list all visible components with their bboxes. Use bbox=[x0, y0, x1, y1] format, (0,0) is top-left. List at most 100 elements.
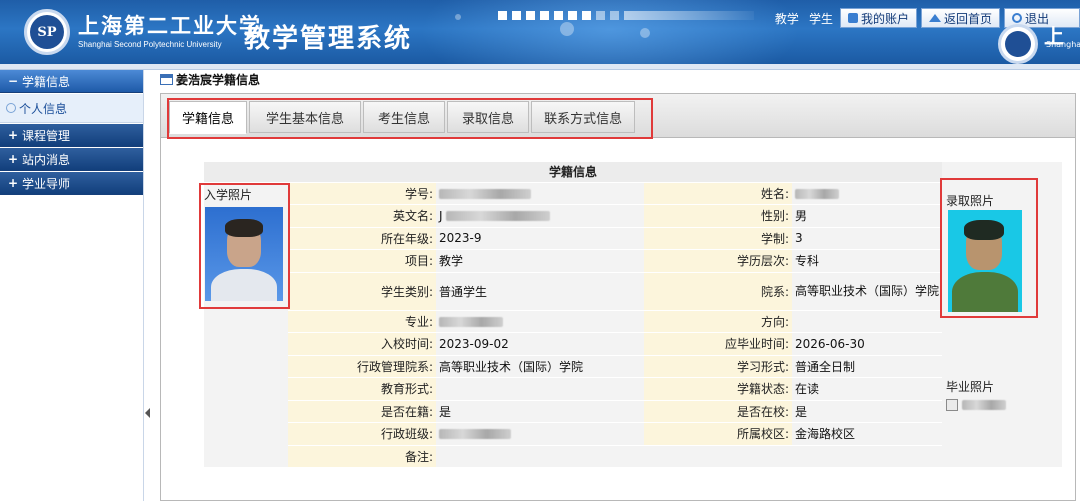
sidebar-item-label: 个人信息 bbox=[19, 101, 68, 116]
table-row: 行政班级: 所属校区: 金海路校区 bbox=[204, 422, 1062, 446]
photo-shirt bbox=[952, 272, 1018, 312]
field-label: 行政管理院系: bbox=[288, 355, 436, 378]
program-value: 教学 bbox=[436, 249, 644, 273]
field-label: 是否在籍: bbox=[288, 400, 436, 423]
tab-strip: 学籍信息 学生基本信息 考生信息 录取信息 联系方式信息 bbox=[161, 94, 1075, 138]
sidebar-collapse-handle[interactable] bbox=[145, 404, 150, 422]
field-label: 所属校区: bbox=[644, 422, 792, 446]
entrance-photo-image bbox=[205, 207, 283, 301]
education-level-value: 专科 bbox=[792, 249, 943, 273]
name-value bbox=[792, 182, 943, 205]
campus-value: 金海路校区 bbox=[792, 422, 943, 446]
field-label: 学籍状态: bbox=[644, 377, 792, 401]
entrance-photo-label: 入学照片 bbox=[204, 188, 253, 202]
page-title: 姜浩宸学籍信息 bbox=[160, 71, 260, 88]
top-nav: 教学 学生 我的账户 返回首页 退出 bbox=[772, 8, 1080, 28]
tab-candidate-info[interactable]: 考生信息 bbox=[363, 101, 446, 133]
redacted-text bbox=[961, 399, 1006, 410]
circle-bullet-icon bbox=[6, 103, 16, 113]
app-header: SP 上海第二工业大学 Shanghai Second Polytechnic … bbox=[0, 0, 1080, 64]
university-name-cn: 上海第二工业大学 bbox=[78, 13, 262, 38]
university-name-en: Shanghai Second Polytechnic University bbox=[78, 40, 222, 49]
table-row: 项目: 教学 学历层次: 专科 bbox=[204, 249, 1062, 273]
home-icon bbox=[928, 14, 941, 22]
redacted-text bbox=[439, 316, 503, 327]
enrollment-date-value: 2023-09-02 bbox=[436, 332, 644, 356]
table-caption: 学籍信息 bbox=[204, 162, 943, 183]
redacted-text bbox=[795, 188, 839, 199]
tab-basic-info[interactable]: 学生基本信息 bbox=[249, 101, 362, 133]
field-label: 姓名: bbox=[644, 182, 792, 205]
collapse-icon: − bbox=[8, 74, 19, 88]
system-title: 教学管理系统 bbox=[244, 24, 413, 54]
role-student-link[interactable]: 学生 bbox=[806, 10, 836, 27]
graduation-photo: 毕业照片 bbox=[946, 378, 1056, 418]
back-home-button[interactable]: 返回首页 bbox=[920, 8, 1000, 28]
table-row: 英文名: J 性别: 男 bbox=[204, 204, 1062, 228]
broken-image-icon bbox=[946, 398, 958, 411]
field-label: 性别: bbox=[644, 204, 792, 228]
expected-graduation-value: 2026-06-30 bbox=[792, 332, 943, 356]
student-category-value: 普通学生 bbox=[436, 272, 644, 311]
field-label: 是否在校: bbox=[644, 400, 792, 423]
tab-list: 学籍信息 学生基本信息 考生信息 录取信息 联系方式信息 bbox=[169, 101, 637, 134]
photo-hair bbox=[225, 219, 263, 237]
english-name-value: J bbox=[436, 204, 644, 228]
field-label: 项目: bbox=[288, 249, 436, 273]
study-mode-value: 普通全日制 bbox=[792, 355, 943, 378]
table-row: 入校时间: 2023-09-02 应毕业时间: 2026-06-30 bbox=[204, 332, 1062, 356]
sidebar-item-academic-advisor[interactable]: + 学业导师 bbox=[0, 172, 143, 195]
admission-photo: 录取照片 bbox=[946, 192, 1066, 322]
tab-panel: 学籍信息 学生基本信息 考生信息 录取信息 联系方式信息 学籍信息 学号: 姓名… bbox=[160, 93, 1076, 501]
admin-department-value: 高等职业技术（国际）学院 bbox=[436, 355, 644, 378]
entrance-photo: 入学照片 bbox=[204, 186, 288, 316]
sidebar-item-label: 课程管理 bbox=[22, 128, 71, 143]
grade-value: 2023-9 bbox=[436, 227, 644, 250]
my-account-button[interactable]: 我的账户 bbox=[839, 8, 917, 28]
student-id-value bbox=[436, 182, 644, 205]
header-glow bbox=[420, 0, 800, 64]
page-title-text: 姜浩宸学籍信息 bbox=[176, 73, 261, 87]
sidebar-item-student-status[interactable]: − 学籍信息 bbox=[0, 70, 143, 93]
table-row: 行政管理院系: 高等职业技术（国际）学院 学习形式: 普通全日制 bbox=[204, 355, 1062, 378]
expand-icon: + bbox=[8, 128, 19, 142]
major-value bbox=[436, 310, 644, 333]
department-value: 高等职业技术（国际）学院 bbox=[792, 272, 943, 311]
photo-hair bbox=[964, 220, 1004, 240]
my-account-label: 我的账户 bbox=[860, 11, 909, 26]
redacted-text bbox=[446, 211, 551, 222]
table-row: 是否在籍: 是 是否在校: 是 bbox=[204, 400, 1062, 423]
status-value: 在读 bbox=[792, 377, 943, 401]
logout-icon bbox=[1011, 13, 1022, 23]
university-logo-right bbox=[998, 24, 1038, 64]
remarks-value bbox=[436, 445, 943, 468]
header-bubble bbox=[560, 22, 574, 36]
admission-photo-label: 录取照片 bbox=[946, 194, 995, 208]
field-label: 学生类别: bbox=[288, 272, 436, 311]
photo-shirt bbox=[211, 269, 277, 301]
sidebar-item-label: 学业导师 bbox=[22, 176, 71, 191]
sidebar-item-course-management[interactable]: + 课程管理 bbox=[0, 124, 143, 147]
role-teacher-link[interactable]: 教学 bbox=[772, 10, 802, 27]
window-icon bbox=[160, 74, 173, 85]
tab-contact-info[interactable]: 联系方式信息 bbox=[531, 101, 636, 133]
table-row: 所在年级: 2023-9 学制: 3 bbox=[204, 227, 1062, 250]
tab-admission-info[interactable]: 录取信息 bbox=[447, 101, 530, 133]
sidebar-item-messages[interactable]: + 站内消息 bbox=[0, 148, 143, 171]
field-label: 学号: bbox=[288, 182, 436, 205]
field-label: 备注: bbox=[288, 445, 436, 468]
table-row: 备注: bbox=[204, 445, 1062, 468]
gender-value: 男 bbox=[792, 204, 943, 228]
field-label: 方向: bbox=[644, 310, 792, 333]
tab-student-status[interactable]: 学籍信息 bbox=[169, 101, 248, 134]
table-row: 教育形式: 学籍状态: 在读 bbox=[204, 377, 1062, 401]
table-row: 专业: 方向: bbox=[204, 310, 1062, 333]
back-home-label: 返回首页 bbox=[943, 11, 992, 26]
duration-value: 3 bbox=[792, 227, 943, 250]
sidebar-item-label: 学籍信息 bbox=[22, 74, 71, 89]
admission-photo-image bbox=[948, 210, 1022, 312]
field-label: 应毕业时间: bbox=[644, 332, 792, 356]
graduation-photo-label: 毕业照片 bbox=[946, 380, 995, 394]
sidebar-item-personal-info[interactable]: 个人信息 bbox=[0, 94, 143, 123]
field-label: 英文名: bbox=[288, 204, 436, 228]
